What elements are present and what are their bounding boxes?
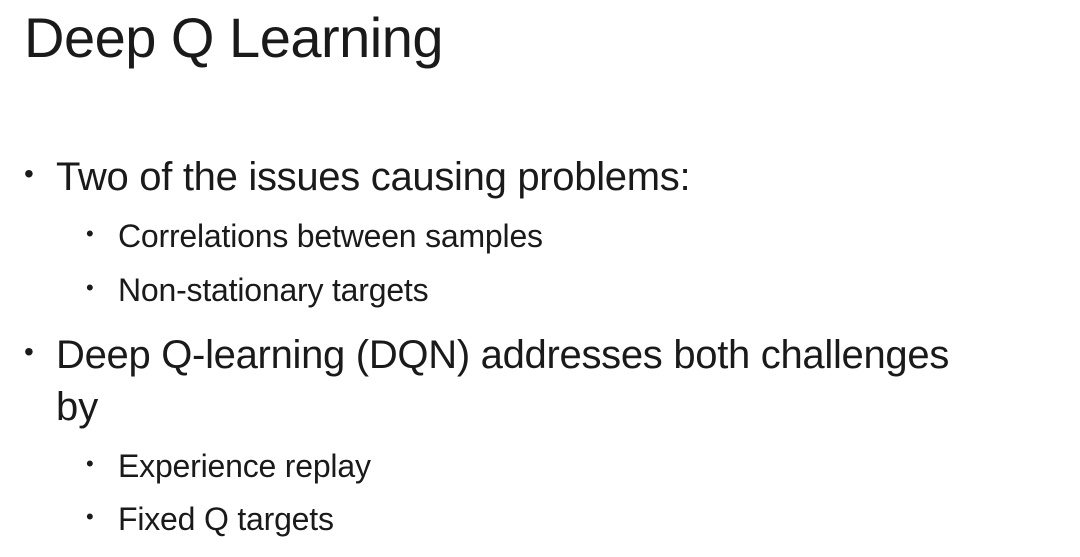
bullet-dqn-continuation: by	[56, 385, 99, 429]
sub-bullet-correlations: Correlations between samples	[118, 218, 543, 254]
sub-bullet-dot-icon: •	[86, 221, 94, 246]
bullet-issues: Two of the issues causing problems:	[56, 155, 691, 199]
sub-bullet-experience-replay: Experience replay	[118, 448, 371, 484]
sub-bullet-dot-icon: •	[86, 451, 94, 476]
sub-bullet-dot-icon: •	[86, 275, 94, 300]
bullet-dot-icon: •	[24, 158, 34, 189]
bullet-dot-icon: •	[24, 336, 34, 367]
sub-bullet-fixed-q-targets: Fixed Q targets	[118, 501, 334, 537]
slide-title: Deep Q Learning	[24, 6, 444, 69]
sub-bullet-dot-icon: •	[86, 504, 94, 529]
sub-bullet-nonstationary: Non-stationary targets	[118, 272, 429, 308]
bullet-dqn: Deep Q-learning (DQN) addresses both cha…	[56, 333, 950, 377]
slide: Deep Q Learning • Two of the issues caus…	[0, 0, 1080, 557]
